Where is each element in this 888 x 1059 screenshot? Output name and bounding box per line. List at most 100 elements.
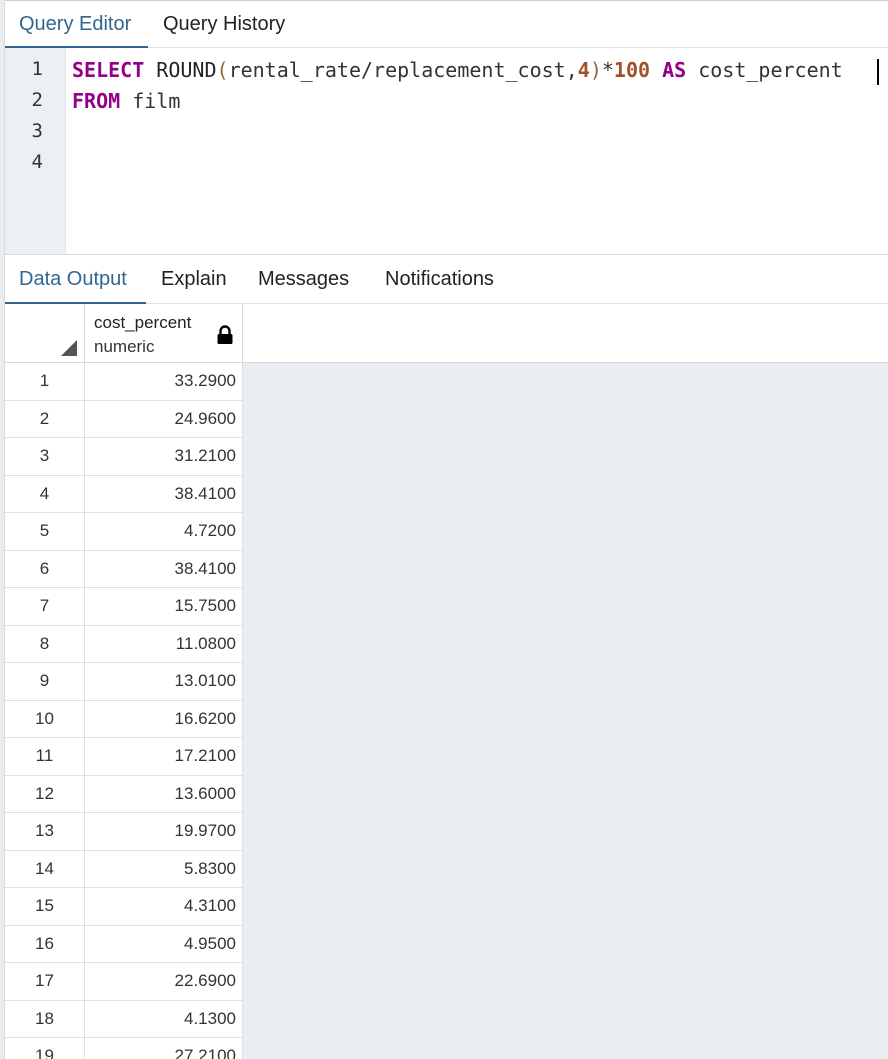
table-row[interactable]: 18 4.1300 <box>5 1000 243 1038</box>
table-row[interactable]: 6 38.4100 <box>5 550 243 588</box>
line-number: 3 <box>31 120 43 142</box>
table-row[interactable]: 5 4.7200 <box>5 513 243 551</box>
cell-cost-percent[interactable]: 19.9700 <box>85 813 243 850</box>
row-number[interactable]: 9 <box>5 663 85 700</box>
line-number-gutter: 1 2 3 4 <box>5 48 66 254</box>
cell-cost-percent[interactable]: 24.9600 <box>85 400 243 438</box>
cell-cost-percent[interactable]: 4.1300 <box>85 1000 243 1038</box>
tab-data-output[interactable]: Data Output <box>5 256 141 302</box>
row-number[interactable]: 8 <box>5 625 85 663</box>
line-number: 2 <box>31 89 43 111</box>
table-row[interactable]: 17 22.6900 <box>5 963 243 1001</box>
table-row[interactable]: 13 19.9700 <box>5 813 243 851</box>
tab-data-output-label: Data Output <box>19 268 127 290</box>
row-number[interactable]: 16 <box>5 925 85 963</box>
column-name: cost_percent <box>94 313 192 332</box>
code-token: 100 <box>613 58 651 82</box>
tab-notifications-label: Notifications <box>385 268 494 290</box>
result-grid[interactable]: cost_percent numeric 1 33.2900 2 24.9600 3 31… <box>5 304 888 1059</box>
table-row[interactable]: 19 27.2100 <box>5 1038 243 1059</box>
column-type: numeric <box>94 337 155 356</box>
row-number[interactable]: 17 <box>5 963 85 1000</box>
code-line[interactable]: SELECT ROUND(rental_rate/replacement_cos… <box>72 55 843 86</box>
tab-query-history-label: Query History <box>163 13 286 35</box>
row-number[interactable]: 7 <box>5 588 85 625</box>
table-row[interactable]: 10 16.6200 <box>5 700 243 738</box>
table-row[interactable]: 3 31.2100 <box>5 438 243 476</box>
cell-cost-percent[interactable]: 13.0100 <box>85 663 243 700</box>
table-row[interactable]: 7 15.7500 <box>5 588 243 626</box>
sql-editor[interactable]: 1 2 3 4 SELECT ROUND(rental_rate/replace… <box>5 48 888 255</box>
row-number[interactable]: 18 <box>5 1000 85 1038</box>
cell-cost-percent[interactable]: 22.6900 <box>85 963 243 1000</box>
row-number[interactable]: 1 <box>5 363 85 400</box>
text-cursor <box>877 59 879 85</box>
code-token: film <box>120 89 181 113</box>
cell-cost-percent[interactable]: 13.6000 <box>85 775 243 813</box>
cell-cost-percent[interactable]: 5.8300 <box>85 850 243 888</box>
table-row[interactable]: 16 4.9500 <box>5 925 243 963</box>
cell-cost-percent[interactable]: 33.2900 <box>85 363 243 400</box>
tab-messages-label: Messages <box>258 268 350 290</box>
line-number: 4 <box>31 151 43 173</box>
row-number[interactable]: 3 <box>5 438 85 475</box>
line-number: 1 <box>31 58 43 80</box>
row-number[interactable]: 5 <box>5 513 85 550</box>
cell-cost-percent[interactable]: 17.2100 <box>85 738 243 775</box>
tab-messages[interactable]: Messages <box>244 256 363 302</box>
cell-cost-percent[interactable]: 11.0800 <box>85 625 243 663</box>
table-row[interactable]: 15 4.3100 <box>5 888 243 926</box>
cell-cost-percent[interactable]: 27.2100 <box>85 1038 243 1059</box>
row-number[interactable]: 10 <box>5 700 85 738</box>
code-token: cost_percent <box>686 58 843 82</box>
grid-header: cost_percent numeric <box>5 304 888 363</box>
cell-cost-percent[interactable]: 4.9500 <box>85 925 243 963</box>
code-token: rental_rate/replacement_cost, <box>228 58 578 82</box>
column-header-cost-percent[interactable]: cost_percent numeric <box>85 304 243 363</box>
cell-cost-percent[interactable]: 38.4100 <box>85 475 243 513</box>
editor-tab-bar: Query Editor Query History <box>5 1 888 49</box>
row-number[interactable]: 11 <box>5 738 85 775</box>
cell-cost-percent[interactable]: 15.7500 <box>85 588 243 625</box>
row-number[interactable]: 2 <box>5 400 85 438</box>
code-token: ( <box>216 58 229 82</box>
corner-triangle-icon <box>61 340 77 356</box>
tab-query-history[interactable]: Query History <box>149 1 299 47</box>
table-row[interactable]: 9 13.0100 <box>5 663 243 701</box>
code-token: AS <box>662 58 687 82</box>
code-token: SELECT <box>72 58 145 82</box>
row-number[interactable]: 14 <box>5 850 85 888</box>
tab-query-editor-label: Query Editor <box>19 13 132 35</box>
code-line[interactable]: FROM film <box>72 86 180 117</box>
tab-notifications[interactable]: Notifications <box>371 256 508 302</box>
tab-explain-label: Explain <box>161 268 227 290</box>
row-number[interactable]: 15 <box>5 888 85 925</box>
row-number[interactable]: 4 <box>5 475 85 513</box>
tab-query-editor[interactable]: Query Editor <box>5 1 145 47</box>
table-row[interactable]: 11 17.2100 <box>5 738 243 776</box>
code-token: ROUND <box>156 58 217 82</box>
row-number[interactable]: 12 <box>5 775 85 813</box>
table-row[interactable]: 2 24.9600 <box>5 400 243 438</box>
tab-explain[interactable]: Explain <box>147 256 241 302</box>
cell-cost-percent[interactable]: 4.7200 <box>85 513 243 550</box>
output-tab-bar: Data Output Explain Messages Notificatio… <box>5 256 888 305</box>
row-number[interactable]: 19 <box>5 1038 85 1059</box>
row-number[interactable]: 13 <box>5 813 85 850</box>
cell-cost-percent[interactable]: 38.4100 <box>85 550 243 588</box>
code-token: FROM <box>72 89 121 113</box>
lock-icon <box>217 325 233 344</box>
cell-cost-percent[interactable]: 16.6200 <box>85 700 243 738</box>
row-number[interactable]: 6 <box>5 550 85 588</box>
table-row[interactable]: 14 5.8300 <box>5 850 243 888</box>
select-all-corner[interactable] <box>5 304 85 363</box>
cell-cost-percent[interactable]: 4.3100 <box>85 888 243 925</box>
table-row[interactable]: 4 38.4100 <box>5 475 243 513</box>
table-row[interactable]: 12 13.6000 <box>5 775 243 813</box>
code-token: * <box>601 58 614 82</box>
table-row[interactable]: 1 33.2900 <box>5 363 243 401</box>
table-row[interactable]: 8 11.0800 <box>5 625 243 663</box>
cell-cost-percent[interactable]: 31.2100 <box>85 438 243 475</box>
